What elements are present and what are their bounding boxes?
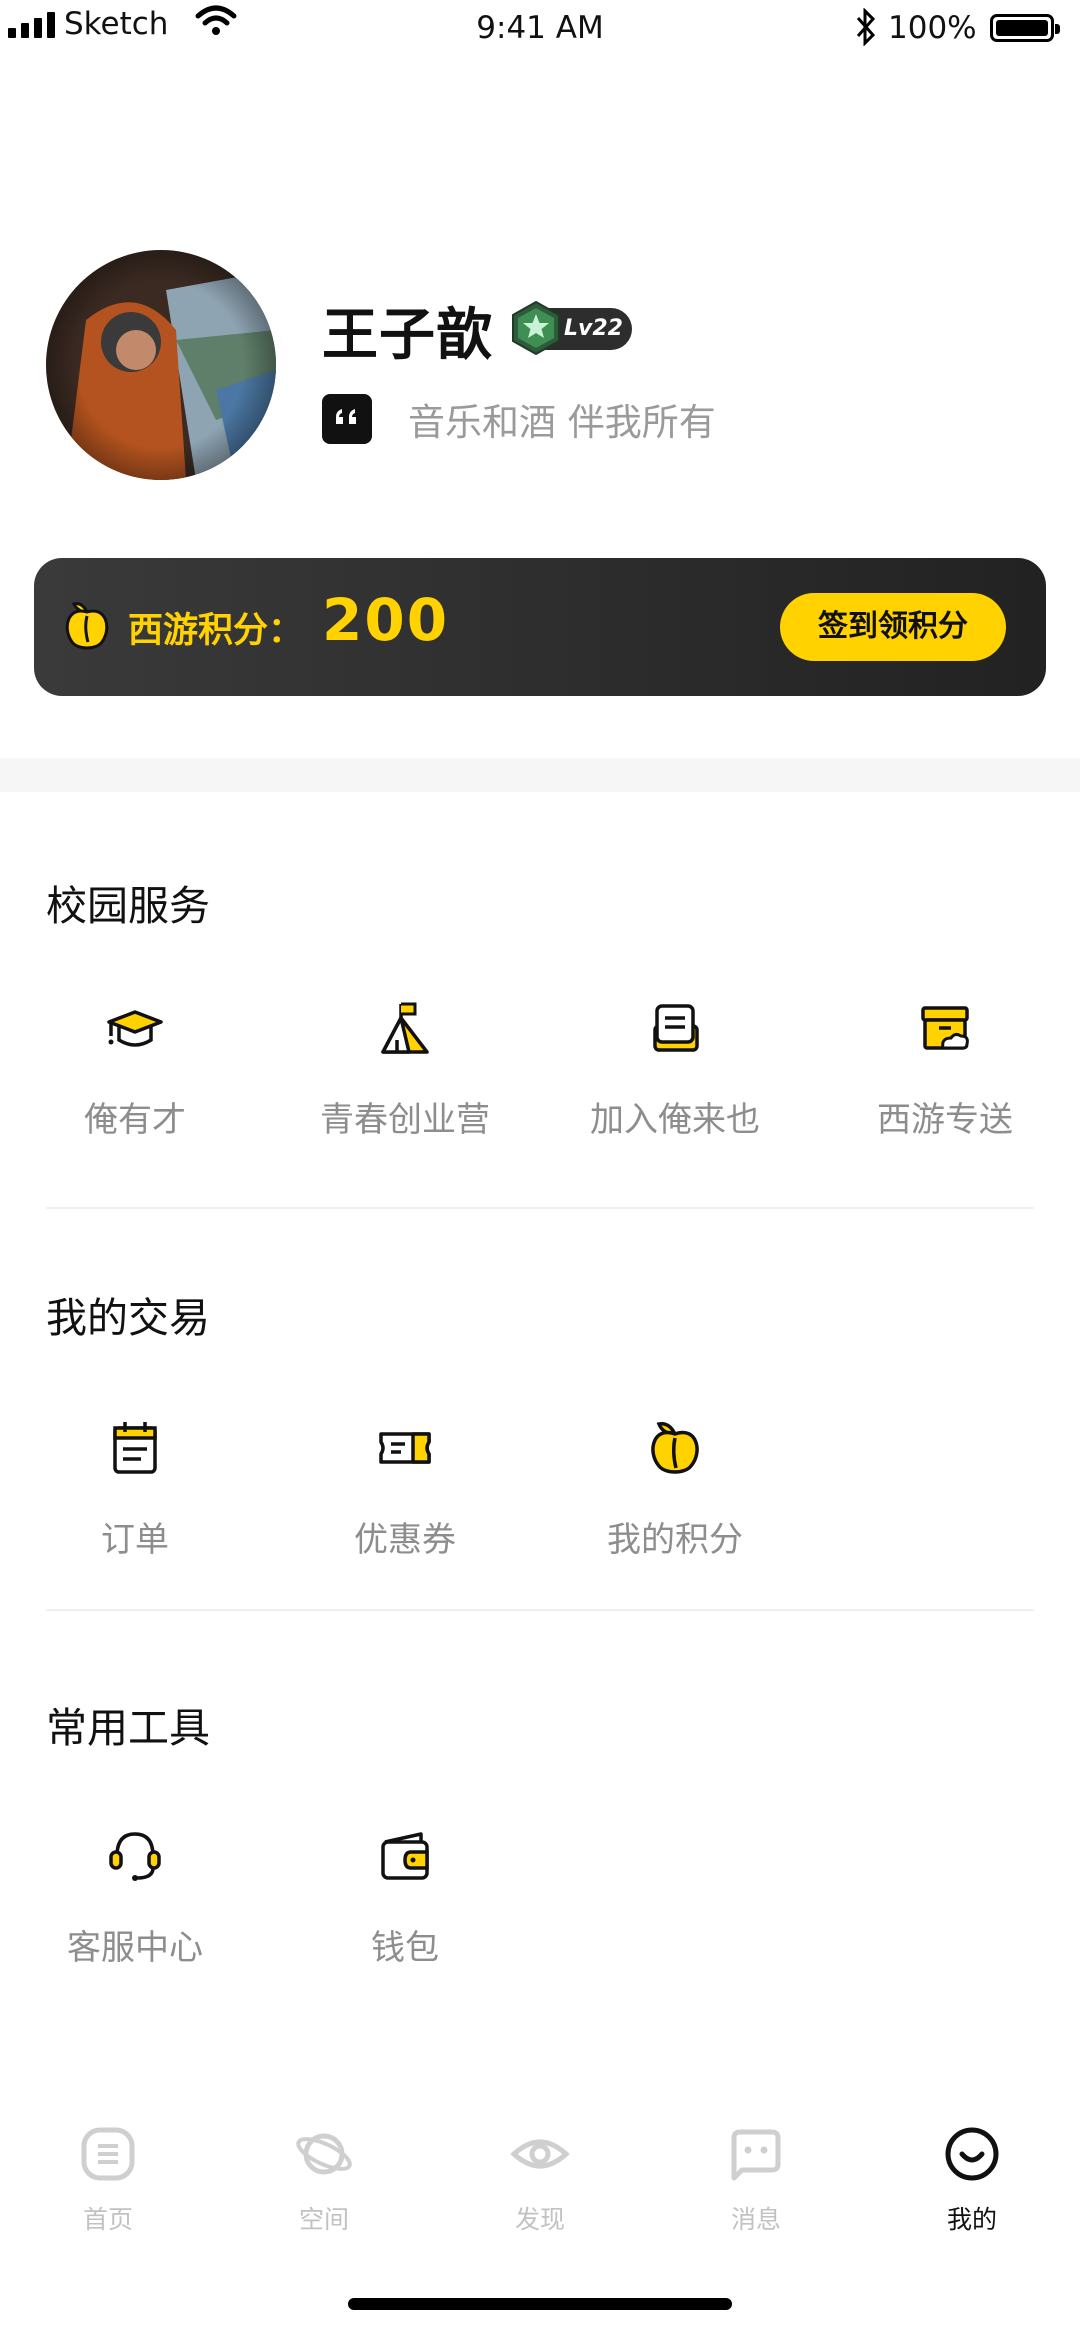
trade-item-my-points[interactable]: 我的积分 xyxy=(540,1418,810,1560)
tab-label: 空间 xyxy=(298,2205,349,2234)
quote-icon xyxy=(322,394,372,444)
tab-label: 消息 xyxy=(730,2205,781,2234)
wallet-icon xyxy=(381,1832,429,1880)
profile-motto: 音乐和酒 伴我所有 xyxy=(408,401,716,444)
level-text: Lv22 xyxy=(564,316,623,341)
home-indicator[interactable] xyxy=(348,2298,732,2310)
trade-item-label: 我的积分 xyxy=(607,1520,743,1560)
tab-me[interactable]: 我的 xyxy=(864,2124,1080,2244)
trade-item-orders[interactable]: 订单 xyxy=(0,1418,270,1560)
tool-item-label: 钱包 xyxy=(371,1928,439,1968)
coupon-icon xyxy=(379,1432,431,1464)
service-item-startup-camp[interactable]: 青春创业营 xyxy=(270,1000,540,1140)
service-item-label: 青春创业营 xyxy=(320,1100,490,1140)
section-title-tools: 常用工具 xyxy=(46,1704,210,1752)
trade-item-coupons[interactable]: 优惠券 xyxy=(270,1418,540,1560)
section-divider xyxy=(46,1207,1034,1209)
battery-icon xyxy=(990,14,1060,42)
tab-label: 首页 xyxy=(82,2205,133,2234)
eye-icon xyxy=(510,2139,570,2169)
trade-item-label: 优惠券 xyxy=(354,1520,456,1560)
tab-label: 发现 xyxy=(514,2205,565,2234)
home-icon xyxy=(81,2127,135,2181)
service-item-label: 加入俺来也 xyxy=(590,1100,760,1140)
service-item-join[interactable]: 加入俺来也 xyxy=(540,1000,810,1140)
section-title-trade: 我的交易 xyxy=(46,1294,210,1342)
section-title-campus: 校园服务 xyxy=(46,882,210,930)
level-badge: Lv22 xyxy=(508,300,632,356)
tool-item-wallet[interactable]: 钱包 xyxy=(270,1826,540,1968)
delivery-box-icon xyxy=(921,1006,969,1050)
tab-home[interactable]: 首页 xyxy=(0,2124,216,2244)
headset-icon xyxy=(109,1832,161,1881)
peach-icon xyxy=(651,1421,699,1474)
service-item-label: 俺有才 xyxy=(84,1100,186,1140)
section-separator xyxy=(0,758,1080,792)
username: 王子歆 xyxy=(322,303,493,368)
battery-percent: 100% xyxy=(888,10,977,46)
trade-item-label: 订单 xyxy=(101,1520,169,1560)
star-hexagon-icon xyxy=(512,300,560,356)
graduation-cap-icon xyxy=(107,1010,163,1047)
smile-icon xyxy=(945,2127,999,2181)
section-divider xyxy=(46,1609,1034,1611)
avatar[interactable] xyxy=(46,250,276,480)
points-banner: 西游积分： 200 签到领积分 xyxy=(34,558,1046,696)
tent-icon xyxy=(381,1002,429,1054)
peach-icon xyxy=(65,602,109,650)
tool-item-label: 客服中心 xyxy=(67,1928,203,1968)
bluetooth-icon xyxy=(856,8,876,46)
tab-space[interactable]: 空间 xyxy=(216,2124,432,2244)
service-item-delivery[interactable]: 西游专送 xyxy=(810,1000,1080,1140)
points-value: 200 xyxy=(322,586,450,654)
message-icon xyxy=(731,2129,781,2181)
points-label: 西游积分： xyxy=(128,611,304,651)
sign-in-points-button[interactable]: 签到领积分 xyxy=(780,593,1006,661)
tab-messages[interactable]: 消息 xyxy=(648,2124,864,2244)
document-box-icon xyxy=(653,1004,699,1052)
tab-discover[interactable]: 发现 xyxy=(432,2124,648,2244)
service-item-talent[interactable]: 俺有才 xyxy=(0,1000,270,1140)
calendar-order-icon xyxy=(113,1422,157,1474)
tab-label: 我的 xyxy=(946,2205,997,2234)
service-item-label: 西游专送 xyxy=(877,1100,1013,1140)
status-bar: Sketch 9:41 AM 100% xyxy=(0,0,1080,60)
tool-item-customer-service[interactable]: 客服中心 xyxy=(0,1826,270,1968)
planet-icon xyxy=(296,2133,352,2175)
